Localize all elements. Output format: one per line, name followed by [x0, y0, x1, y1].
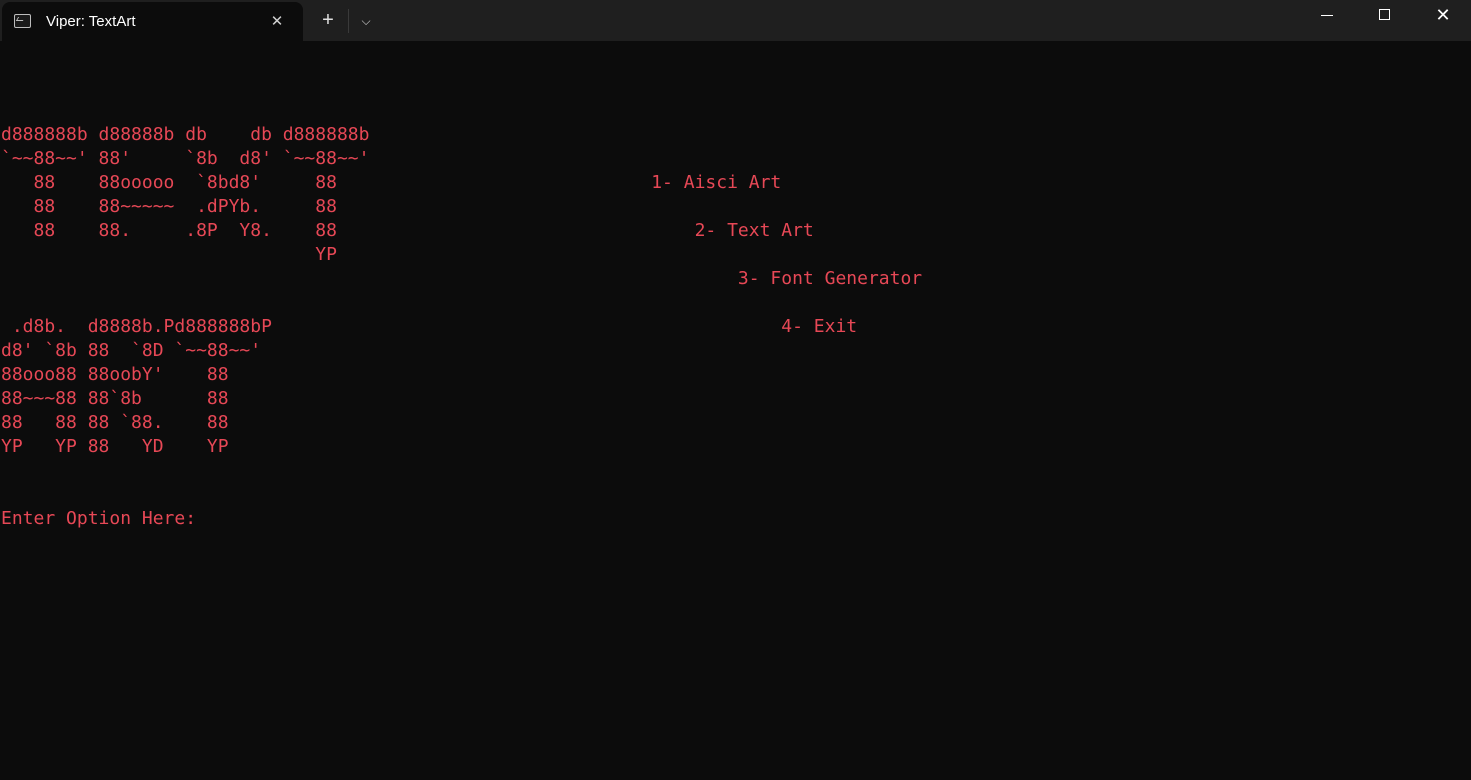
ascii-art-line: 88~~~88 88`8b 88	[1, 388, 229, 409]
input-prompt[interactable]: Enter Option Here:	[1, 507, 196, 531]
terminal-output[interactable]: d888888b d88888b db db d888888b `~~88~~'…	[0, 41, 1471, 780]
ascii-art-line: d8' `8b 88 `8D `~~88~~'	[1, 340, 262, 361]
minimize-icon	[1321, 15, 1333, 16]
ascii-art-line: 88ooo88 88oobY' 88	[1, 364, 229, 385]
tab-viper-textart[interactable]: Viper: TextArt ✕	[2, 2, 303, 41]
tab-divider	[348, 9, 349, 33]
ascii-art-line: 88 88~~~~~ .dPYb. 88	[1, 196, 337, 217]
maximize-icon	[1379, 9, 1390, 20]
ascii-art-menu-line: .d8b. d8888b.Pd888888bP 4- Exit	[1, 316, 858, 337]
terminal-icon	[14, 14, 31, 28]
ascii-art-line: YP	[1, 244, 337, 265]
new-tab-button[interactable]: +	[316, 9, 340, 33]
ascii-art-line: `~~88~~' 88' `8b d8' `~~88~~'	[1, 148, 370, 169]
close-window-button[interactable]: ✕	[1414, 0, 1471, 32]
tab-dropdown-button[interactable]: ⌵	[354, 9, 378, 33]
menu-line: 3- Font Generator	[1, 268, 923, 289]
ascii-art-line: YP YP 88 YD YP	[1, 436, 229, 457]
terminal-window: Viper: TextArt ✕ + ⌵ ✕ d888888b d88888b …	[0, 0, 1471, 780]
title-bar: Viper: TextArt ✕ + ⌵ ✕	[0, 0, 1471, 41]
ascii-art-menu-line: 88 88. .8P Y8. 88 2- Text Art	[1, 220, 814, 241]
minimize-button[interactable]	[1298, 0, 1356, 32]
close-icon: ✕	[270, 13, 284, 30]
ascii-art-line: d888888b d88888b db db d888888b	[1, 124, 370, 145]
chevron-down-icon: ⌵	[361, 14, 371, 28]
close-icon: ✕	[1435, 5, 1451, 25]
plus-icon: +	[322, 9, 334, 31]
close-tab-button[interactable]: ✕	[266, 11, 288, 33]
ascii-art-menu-line: 88 88ooooo `8bd8' 88 1- Aisci Art	[1, 172, 782, 193]
ascii-art-line: 88 88 88 `88. 88	[1, 412, 229, 433]
maximize-button[interactable]	[1356, 0, 1414, 32]
tab-title: Viper: TextArt	[46, 13, 136, 30]
